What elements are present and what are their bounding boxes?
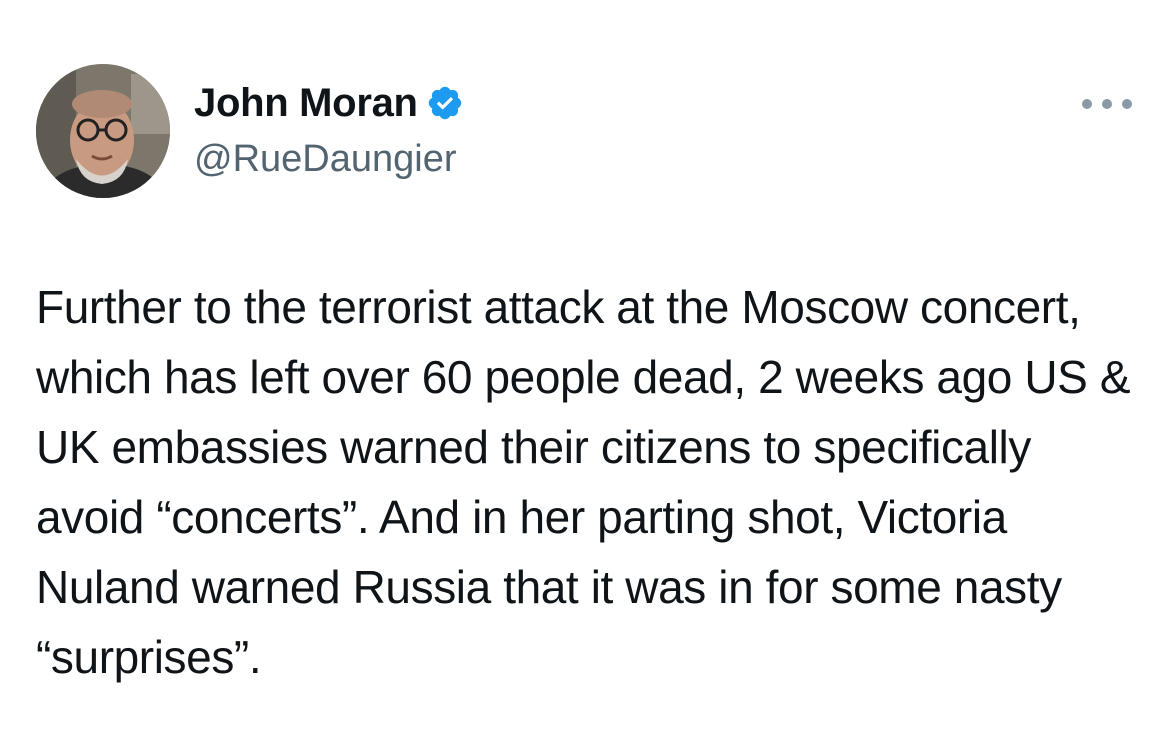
more-options-icon[interactable] [1082,94,1132,114]
more-dot [1122,99,1132,109]
display-name[interactable]: John Moran [194,81,418,126]
tweet-card: John Moran @RueDaungier Further to the t… [0,0,1170,741]
verified-badge-icon [426,84,464,122]
avatar[interactable] [36,64,170,198]
more-dot [1082,99,1092,109]
tweet-text: Further to the terrorist attack at the M… [36,281,1131,683]
name-row: John Moran [194,78,464,128]
user-handle[interactable]: @RueDaungier [194,138,464,181]
more-dot [1102,99,1112,109]
avatar-photo [36,64,170,198]
author-block: John Moran @RueDaungier [194,78,464,181]
